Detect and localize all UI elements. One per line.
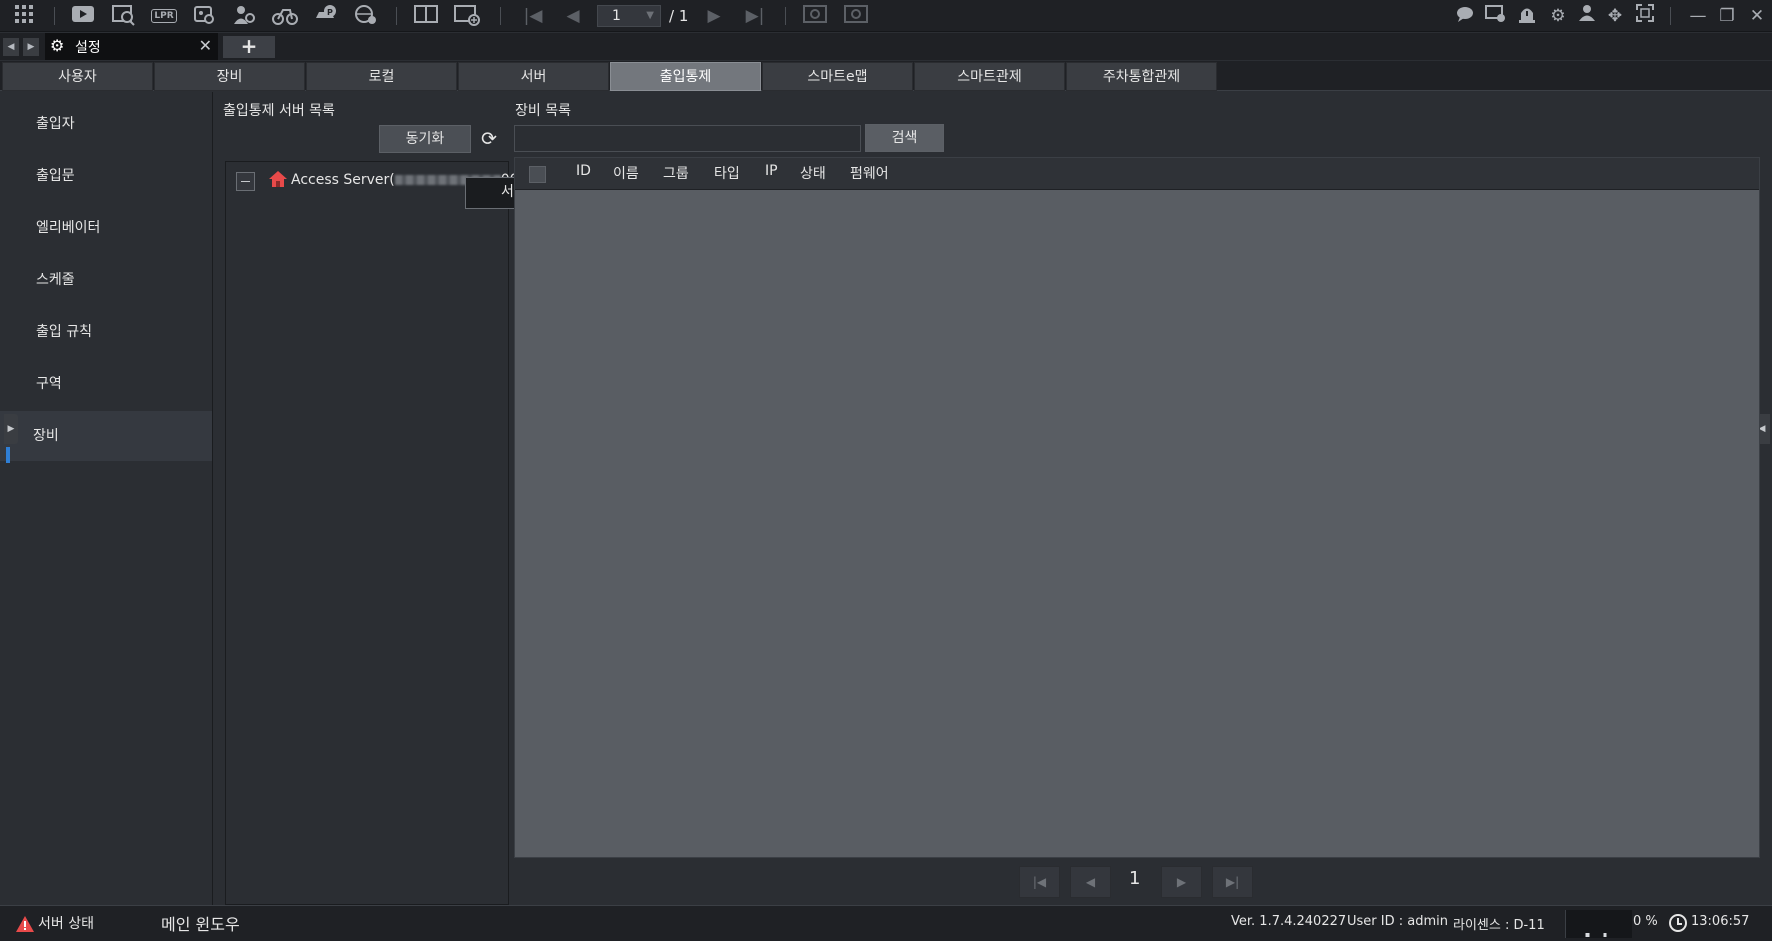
sync-button[interactable]: 동기화 bbox=[379, 125, 471, 153]
first-page-button[interactable]: |◀ bbox=[1019, 866, 1060, 898]
move-icon[interactable]: ✥ bbox=[1601, 4, 1629, 28]
face-search-icon[interactable] bbox=[191, 4, 219, 28]
minimize-icon[interactable]: — bbox=[1684, 4, 1712, 28]
toolbar-divider bbox=[396, 7, 397, 25]
refresh-icon[interactable]: ⟳ bbox=[478, 128, 500, 150]
person-search-icon[interactable] bbox=[231, 4, 259, 28]
warning-icon bbox=[15, 915, 35, 933]
tab-access-control[interactable]: 출입통제 bbox=[610, 62, 761, 91]
tab-smart-control[interactable]: 스마트관제 bbox=[914, 62, 1065, 91]
first-page-icon[interactable]: |◀ bbox=[519, 4, 547, 28]
svg-text:P: P bbox=[327, 8, 333, 17]
tab-smart-emap[interactable]: 스마트e맵 bbox=[762, 62, 913, 91]
toolbar-divider bbox=[500, 7, 501, 25]
select-all-checkbox[interactable] bbox=[529, 166, 546, 183]
page-total: / 1 bbox=[669, 7, 689, 25]
cpu-usage: 0 % bbox=[1633, 914, 1658, 929]
tab-title: 설정 bbox=[75, 40, 101, 56]
timer-screen-icon[interactable] bbox=[842, 4, 870, 28]
column-header-status[interactable]: 상태 bbox=[800, 163, 826, 183]
column-header-type[interactable]: 타입 bbox=[714, 163, 740, 183]
tab-local[interactable]: 로컬 bbox=[306, 62, 457, 91]
column-header-ip[interactable]: IP bbox=[765, 163, 778, 179]
user-icon[interactable] bbox=[1573, 4, 1601, 28]
globe-settings-icon[interactable] bbox=[352, 4, 380, 28]
version-label: Ver. 1.7.4.240227 bbox=[1231, 914, 1347, 929]
parking-icon[interactable]: P bbox=[312, 4, 340, 28]
submenu-item-elevator[interactable]: 엘리베이터 bbox=[0, 203, 212, 253]
close-icon[interactable]: ✕ bbox=[1743, 4, 1771, 28]
tab-user[interactable]: 사용자 bbox=[2, 62, 153, 91]
last-page-icon[interactable]: ▶| bbox=[741, 4, 769, 28]
license-label: 라이센스 : D-11 bbox=[1453, 918, 1545, 933]
server-list-title: 출입통제 서버 목록 bbox=[223, 103, 335, 119]
toolbar-divider bbox=[785, 7, 786, 25]
time-label: 13:06:57 bbox=[1691, 914, 1750, 929]
tab-device[interactable]: 장비 bbox=[154, 62, 305, 91]
submenu-item-visitor[interactable]: 출입자 bbox=[0, 99, 212, 149]
equipment-table bbox=[514, 157, 1760, 858]
alarm-icon[interactable] bbox=[1513, 4, 1541, 28]
play-icon[interactable] bbox=[69, 4, 97, 28]
last-page-button[interactable]: ▶| bbox=[1212, 866, 1253, 898]
toolbar-divider bbox=[54, 7, 55, 25]
monitor-settings-icon[interactable] bbox=[1482, 4, 1510, 28]
server-home-icon bbox=[268, 170, 288, 190]
collapse-toggle-icon[interactable] bbox=[236, 172, 255, 191]
submenu-item-zone[interactable]: 구역 bbox=[0, 359, 212, 409]
submenu-item-schedule[interactable]: 스케줄 bbox=[0, 255, 212, 305]
column-header-firmware[interactable]: 펌웨어 bbox=[850, 163, 889, 183]
next-page-icon[interactable]: ▶ bbox=[700, 4, 728, 28]
column-header-name[interactable]: 이름 bbox=[613, 163, 639, 183]
user-id-label: User ID : admin bbox=[1347, 914, 1448, 929]
search-input[interactable] bbox=[514, 125, 861, 152]
settings-icon[interactable]: ⚙ bbox=[1544, 4, 1572, 28]
page-number-input[interactable]: 1 ▼ bbox=[597, 5, 661, 27]
bike-icon[interactable] bbox=[271, 4, 299, 28]
tab-scroll-left-icon[interactable]: ◀ bbox=[3, 38, 19, 56]
submenu-item-device[interactable]: 장비 bbox=[0, 411, 212, 461]
clock-icon bbox=[1669, 914, 1687, 932]
fullscreen-icon[interactable] bbox=[1631, 4, 1659, 28]
cpu-graph-line bbox=[1566, 933, 1631, 937]
main-toolbar: LPR P |◀ ◀ 1 ▼ / 1 ▶ ▶| ⚙ ✥ — ❐ ✕ bbox=[0, 0, 1772, 32]
table-header bbox=[515, 158, 1759, 190]
tab-parking-control[interactable]: 주차통합관제 bbox=[1066, 62, 1217, 91]
chevron-down-icon[interactable]: ▼ bbox=[646, 6, 654, 26]
tab-server[interactable]: 서버 bbox=[458, 62, 609, 91]
submenu-item-access-rule[interactable]: 출입 규칙 bbox=[0, 307, 212, 357]
lpr-icon[interactable]: LPR bbox=[150, 4, 178, 28]
grid-menu-icon[interactable] bbox=[10, 4, 38, 28]
equipment-list-title: 장비 목록 bbox=[515, 103, 571, 119]
column-header-id[interactable]: ID bbox=[576, 163, 591, 179]
gear-icon: ⚙ bbox=[50, 36, 65, 55]
search-button[interactable]: 검색 bbox=[865, 124, 944, 152]
prev-page-button[interactable]: ◀ bbox=[1070, 866, 1111, 898]
layout-split-icon[interactable] bbox=[412, 4, 440, 28]
search-playback-icon[interactable] bbox=[110, 4, 138, 28]
add-tab-button[interactable]: + bbox=[223, 36, 275, 58]
prev-page-icon[interactable]: ◀ bbox=[559, 4, 587, 28]
toolbar-divider bbox=[1670, 7, 1671, 25]
next-page-button[interactable]: ▶ bbox=[1161, 866, 1202, 898]
tab-scroll-right-icon[interactable]: ▶ bbox=[23, 38, 39, 56]
restore-icon[interactable]: ❐ bbox=[1713, 4, 1741, 28]
add-screen-icon[interactable] bbox=[453, 4, 481, 28]
server-status-button[interactable]: 서버 상태 bbox=[38, 913, 94, 933]
submenu-item-door[interactable]: 출입문 bbox=[0, 151, 212, 201]
server-tree-panel bbox=[225, 161, 509, 905]
active-marker bbox=[6, 447, 10, 463]
refresh-screen-icon[interactable] bbox=[801, 4, 829, 28]
chat-icon[interactable] bbox=[1451, 4, 1479, 28]
main-window-label: 메인 윈도우 bbox=[161, 915, 240, 934]
close-tab-icon[interactable]: ✕ bbox=[199, 36, 212, 55]
current-page: 1 bbox=[1129, 868, 1141, 889]
tab-settings[interactable]: ⚙ 설정 ✕ bbox=[45, 33, 218, 60]
column-header-group[interactable]: 그룹 bbox=[663, 163, 689, 183]
collapse-left-icon[interactable]: ▶ bbox=[4, 414, 18, 444]
